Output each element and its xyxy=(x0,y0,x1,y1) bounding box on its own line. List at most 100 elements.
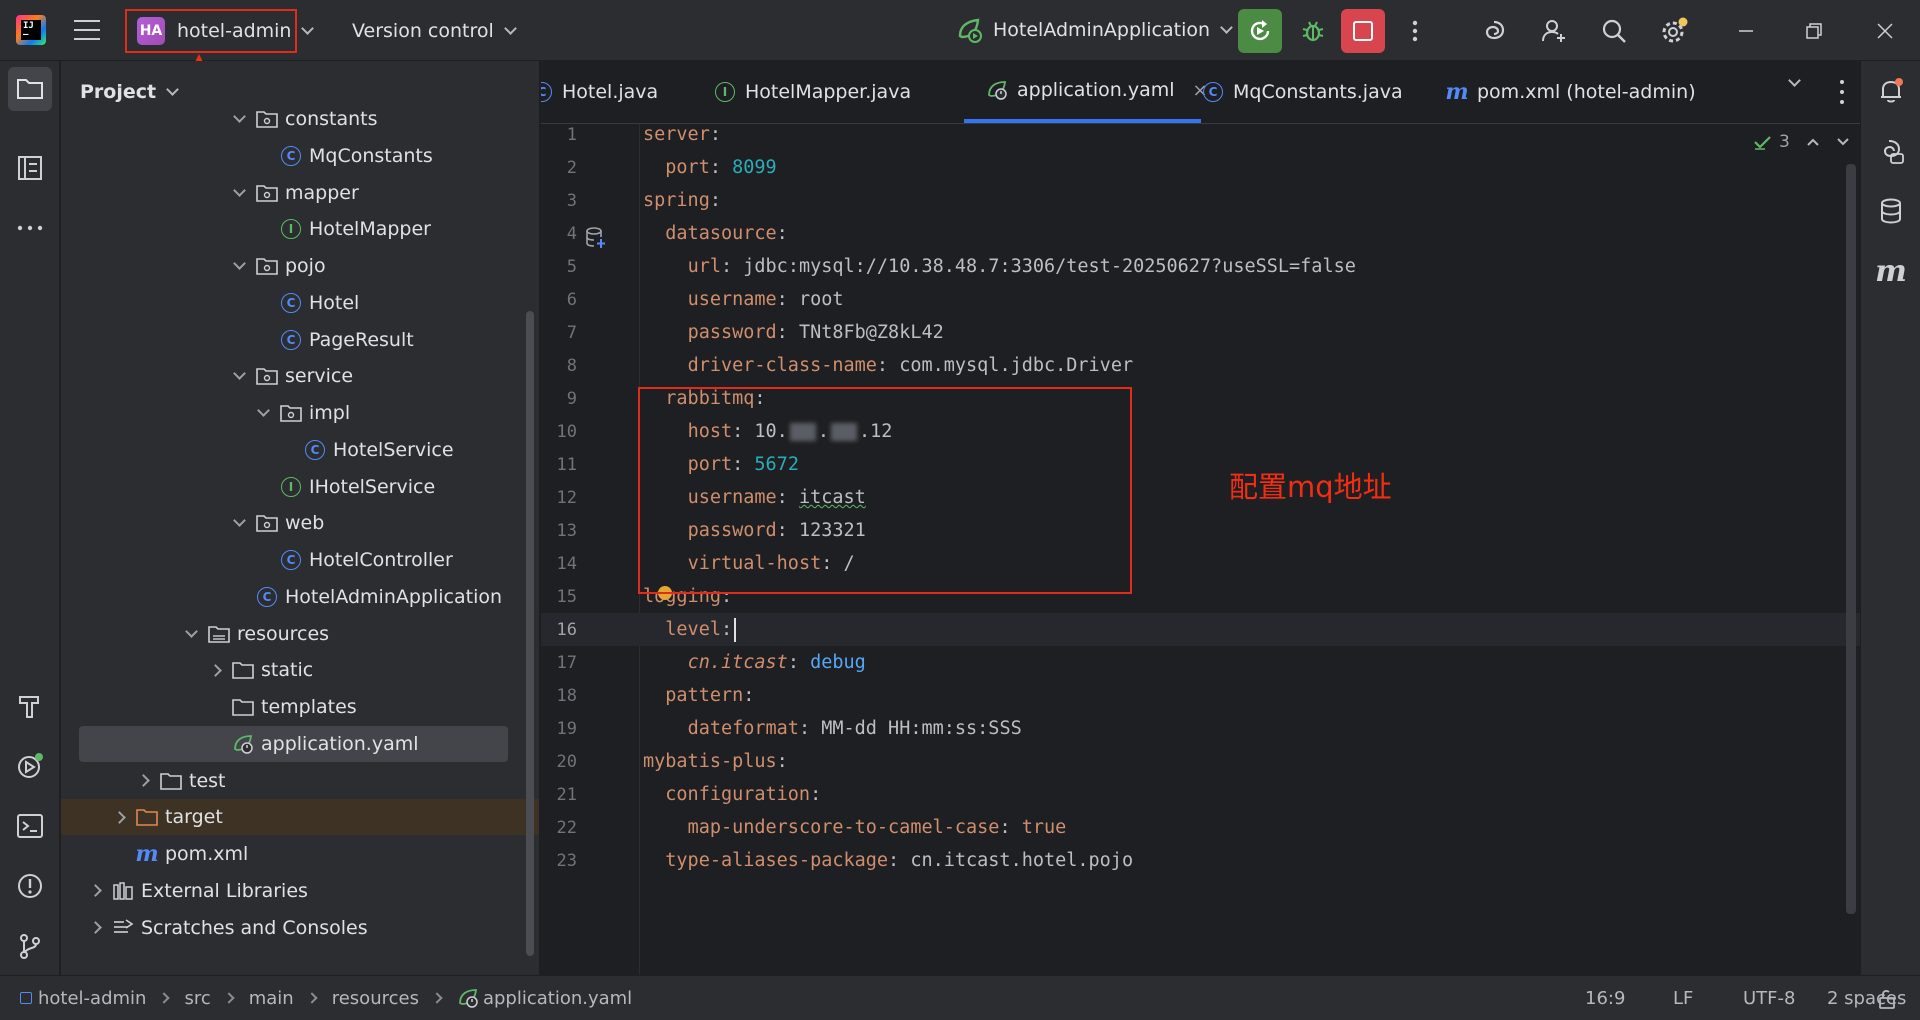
breadcrumb-item[interactable]: application.yaml xyxy=(457,987,632,1009)
expanded-arrow-icon[interactable] xyxy=(228,367,250,381)
ai-assistant-icon[interactable] xyxy=(1475,12,1513,50)
run-config-selector[interactable]: HotelAdminApplication xyxy=(955,12,1233,48)
yaml-value: TNt8Fb@Z8kL42 xyxy=(798,322,944,343)
caret-position[interactable]: 16:9 xyxy=(1585,976,1625,1020)
tree-item-label: mapper xyxy=(285,181,359,204)
ai-chat-icon[interactable] xyxy=(1869,129,1913,173)
breadcrumb-item[interactable]: resources xyxy=(332,988,419,1009)
database-icon[interactable] xyxy=(1869,189,1913,233)
search-icon[interactable] xyxy=(1595,12,1633,50)
structure-tool-icon[interactable] xyxy=(8,146,52,190)
yaml-separator: : xyxy=(776,322,799,343)
expanded-arrow-icon[interactable] xyxy=(228,183,250,197)
code-text: map-underscore-to-camel-case: true xyxy=(643,817,1067,838)
breadcrumb-item[interactable]: src xyxy=(184,988,210,1009)
code-line[interactable]: 6 username: root xyxy=(541,283,1860,316)
code-line[interactable]: 16 level: xyxy=(541,613,1860,646)
file-encoding[interactable]: UTF-8 xyxy=(1743,976,1795,1020)
build-hammer-icon[interactable] xyxy=(8,684,52,728)
line-separator[interactable]: LF xyxy=(1673,976,1693,1020)
project-tool-window: Project constants C MqConstants mapper I Hote… xyxy=(61,61,540,975)
tab-hotel-java[interactable]: C Hotel.java xyxy=(541,61,658,123)
tab-application-yaml[interactable]: application.yaml × xyxy=(964,61,1208,123)
tree-item[interactable]: target xyxy=(61,799,539,836)
code-line[interactable]: 1 server: xyxy=(541,124,1860,151)
editor-scrollbar[interactable] xyxy=(1846,164,1856,914)
annotation-box-project xyxy=(125,9,297,53)
minimize-window-icon[interactable] xyxy=(1727,12,1765,50)
collapsed-arrow-icon[interactable] xyxy=(132,774,154,787)
resources-folder-icon xyxy=(208,623,230,645)
services-tool-icon[interactable] xyxy=(8,744,52,788)
folder-icon xyxy=(160,770,182,792)
code-line[interactable]: 17 cn.itcast: debug xyxy=(541,646,1860,679)
restore-window-icon[interactable] xyxy=(1795,12,1833,50)
class-icon: C xyxy=(280,329,302,351)
rerun-button[interactable] xyxy=(1238,9,1282,53)
tree-item-label: web xyxy=(285,512,325,535)
project-panel-scrollbar[interactable] xyxy=(526,311,534,956)
settings-gear-icon[interactable] xyxy=(1655,12,1693,50)
notifications-bell-icon[interactable] xyxy=(1869,69,1913,113)
code-editor[interactable]: 1 server: 2 port: 8099 3 spring: 4 datasource… xyxy=(541,124,1860,975)
main-menu-icon[interactable] xyxy=(72,16,102,44)
code-line[interactable]: 8 driver-class-name: com.mysql.jdbc.Driv… xyxy=(541,349,1860,382)
interface-icon: I xyxy=(280,218,302,240)
chevron-down-icon[interactable] xyxy=(1836,137,1850,147)
stop-button[interactable] xyxy=(1341,9,1385,53)
code-line[interactable]: 22 map-underscore-to-camel-case: true xyxy=(541,811,1860,844)
terminal-tool-icon[interactable] xyxy=(8,804,52,848)
tree-item[interactable]: application.yaml xyxy=(79,725,508,762)
datasource-gutter-icon[interactable] xyxy=(585,226,607,250)
tab-mqconstants-java[interactable]: C MqConstants.java xyxy=(1202,61,1403,123)
tab-hotelmapper-java[interactable]: I HotelMapper.java xyxy=(714,61,911,123)
code-line[interactable]: 5 url: jdbc:mysql://10.38.48.7:3306/test… xyxy=(541,250,1860,283)
code-line[interactable]: 3 spring: xyxy=(541,184,1860,217)
more-tools-icon[interactable] xyxy=(8,206,52,250)
code-line[interactable]: 21 configuration: xyxy=(541,778,1860,811)
tabs-more-icon[interactable] xyxy=(1830,77,1854,107)
collapsed-arrow-icon[interactable] xyxy=(84,921,106,934)
code-line[interactable]: 23 type-aliases-package: cn.itcast.hotel… xyxy=(541,844,1860,877)
maven-icon[interactable]: m xyxy=(1869,249,1913,293)
more-actions-icon[interactable] xyxy=(1396,12,1434,50)
breadcrumb-item[interactable]: main xyxy=(249,988,294,1009)
project-tool-icon[interactable] xyxy=(8,67,52,111)
expanded-arrow-icon[interactable] xyxy=(180,624,202,638)
tab-label: pom.xml (hotel-admin) xyxy=(1477,81,1696,103)
git-branch-icon[interactable] xyxy=(8,924,52,968)
code-line[interactable]: 4 datasource: xyxy=(541,217,1860,250)
code-line[interactable]: 20 mybatis-plus: xyxy=(541,745,1860,778)
debug-button[interactable] xyxy=(1294,12,1332,50)
chevron-up-icon[interactable] xyxy=(1806,137,1820,147)
version-control-menu[interactable]: Version control xyxy=(352,16,517,46)
code-line[interactable]: 7 password: TNt8Fb@Z8kL42 xyxy=(541,316,1860,349)
code-line[interactable]: 19 dateformat: MM-dd HH:mm:ss:SSS xyxy=(541,712,1860,745)
line-number: 7 xyxy=(566,322,577,343)
code-text: password: TNt8Fb@Z8kL42 xyxy=(643,322,944,343)
code-text: username: root xyxy=(643,289,844,310)
yaml-value: MM-dd HH:mm:ss:SSS xyxy=(821,718,1022,739)
collapsed-arrow-icon[interactable] xyxy=(84,884,106,898)
collapsed-arrow-icon[interactable] xyxy=(108,810,130,824)
lock-icon[interactable] xyxy=(1876,976,1898,1020)
close-window-icon[interactable] xyxy=(1866,12,1904,50)
expanded-arrow-icon[interactable] xyxy=(228,110,250,123)
expanded-arrow-icon[interactable] xyxy=(252,404,274,417)
breadcrumb-item[interactable]: hotel-admin xyxy=(20,988,146,1009)
collapsed-arrow-icon[interactable] xyxy=(204,663,226,677)
yaml-key: mybatis-plus xyxy=(643,751,777,772)
chevron-down-icon[interactable] xyxy=(1788,74,1801,87)
code-line[interactable]: 2 port: 8099 xyxy=(541,151,1860,184)
expanded-arrow-icon[interactable] xyxy=(228,514,250,528)
tree-item-label: target xyxy=(165,806,223,829)
problems-tool-icon[interactable] xyxy=(8,864,52,908)
expanded-arrow-icon[interactable] xyxy=(228,257,250,270)
tab-pom-xml-hotel-admin[interactable]: m pom.xml (hotel-admin) xyxy=(1445,61,1696,123)
code-line[interactable]: 18 pattern: xyxy=(541,679,1860,712)
add-user-icon[interactable] xyxy=(1535,12,1573,50)
intellij-logo-icon[interactable]: IJ — xyxy=(16,15,46,45)
inspection-widget[interactable]: 3 xyxy=(1753,132,1850,152)
